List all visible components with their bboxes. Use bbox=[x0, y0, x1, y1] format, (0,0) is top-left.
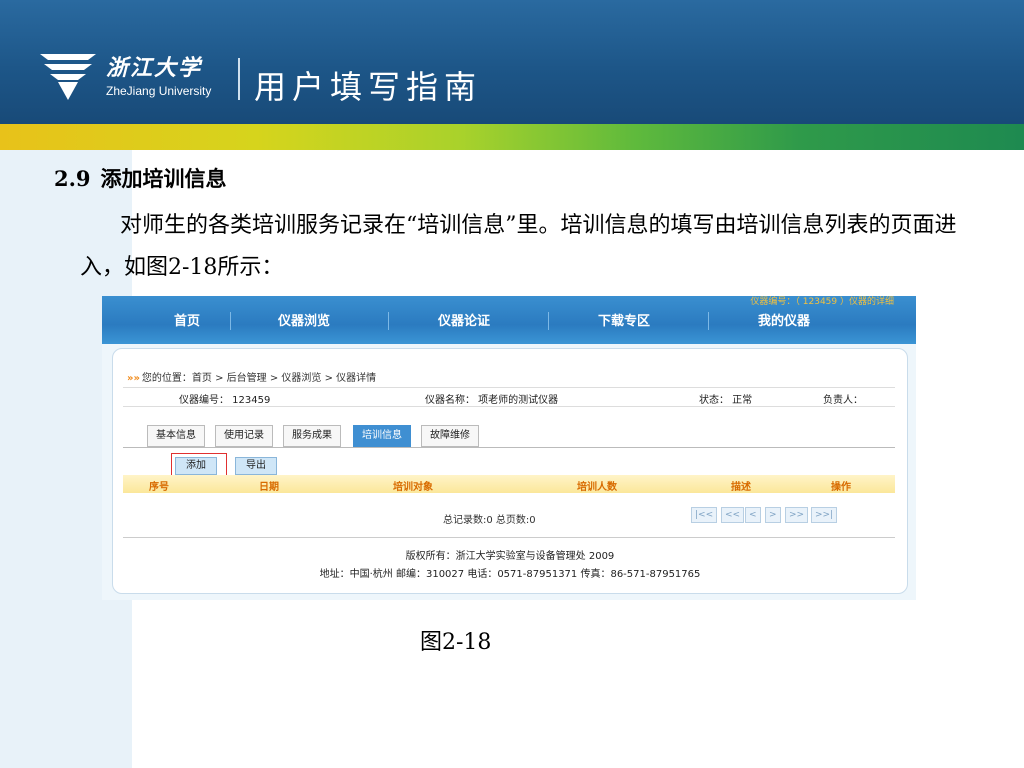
pager-prev-page-button[interactable]: << bbox=[721, 507, 745, 523]
slide-header: 浙江大学 ZheJiang University 用户填写指南 bbox=[0, 0, 1024, 124]
tab-basic-info[interactable]: 基本信息 bbox=[147, 425, 205, 447]
pager-prev-button[interactable]: < bbox=[745, 507, 761, 523]
nav-separator bbox=[230, 312, 231, 330]
column-header: 描述 bbox=[731, 482, 751, 493]
header-gradient-bar bbox=[0, 124, 1024, 150]
column-header: 培训人数 bbox=[577, 482, 617, 493]
nav-item-browse[interactable]: 仪器浏览 bbox=[278, 310, 330, 329]
breadcrumb-text: 您的位置：首页 > 后台管理 > 仪器浏览 > 仪器详情 bbox=[141, 373, 377, 384]
zju-emblem-icon bbox=[40, 54, 96, 100]
figure-caption: 图2-18 bbox=[420, 630, 492, 655]
paragraph-text: 对师生的各类培训服务记录在“培训信息”里。培训信息的填写由培训信息列表的页面进入… bbox=[80, 213, 957, 280]
tab-usage-records[interactable]: 使用记录 bbox=[215, 425, 273, 447]
copyright-text: 版权所有：浙江大学实验室与设备管理处 2009 bbox=[405, 551, 615, 562]
breadcrumb: »» 您的位置：首页 > 后台管理 > 仪器浏览 > 仪器详情 bbox=[127, 369, 376, 384]
nav-top-link: 仪器编号：（ 123459 ）仪器的详细 bbox=[750, 297, 894, 307]
export-button[interactable]: 导出 bbox=[235, 457, 277, 475]
column-header: 日期 bbox=[259, 482, 279, 493]
nav-item-review[interactable]: 仪器论证 bbox=[438, 310, 490, 329]
zju-logo: 浙江大学 ZheJiang University bbox=[38, 48, 238, 106]
header-divider bbox=[238, 58, 240, 100]
column-header: 序号 bbox=[149, 482, 169, 493]
section-heading: 2.9 添加培训信息 bbox=[54, 163, 227, 193]
nav-item-my-instruments[interactable]: 我的仪器 bbox=[758, 310, 810, 329]
instrument-name: 仪器名称： 项老师的测试仪器 bbox=[425, 395, 559, 406]
section-title-text: 添加培训信息 bbox=[100, 166, 227, 191]
screenshot-nav-bar: 仪器编号：（ 123459 ）仪器的详细 首页 仪器浏览 仪器论证 下载专区 我… bbox=[102, 296, 916, 344]
logo-english-text: ZheJiang University bbox=[106, 84, 212, 98]
nav-separator bbox=[388, 312, 389, 330]
nav-item-home[interactable]: 首页 bbox=[174, 310, 200, 329]
section-paragraph: 对师生的各类培训服务记录在“培训信息”里。培训信息的填写由培训信息列表的页面进入… bbox=[80, 205, 960, 289]
record-summary: 总记录数:0 总页数:0 bbox=[443, 515, 536, 526]
breadcrumb-arrow-icon: »» bbox=[127, 373, 140, 384]
tab-service-results[interactable]: 服务成果 bbox=[283, 425, 341, 447]
pager-next-button[interactable]: > bbox=[765, 507, 781, 523]
logo-chinese-text: 浙江大学 bbox=[106, 55, 203, 81]
address-text: 地址：中国·杭州 邮编：310027 电话：0571-87951371 传真：8… bbox=[319, 569, 701, 580]
tab-divider bbox=[123, 447, 895, 448]
pager-next-page-button[interactable]: >> bbox=[785, 507, 809, 523]
instrument-status: 状态： 正常 bbox=[699, 395, 753, 406]
training-table-body: 总记录数:0 总页数:0 |<< << < > >> >>| bbox=[123, 493, 895, 538]
instrument-number: 仪器编号： 123459 bbox=[179, 395, 271, 406]
pager-last-button[interactable]: >>| bbox=[811, 507, 838, 523]
training-table-header: 序号 日期 培训对象 培训人数 描述 操作 bbox=[123, 475, 895, 493]
slide-title: 用户填写指南 bbox=[254, 68, 483, 106]
nav-item-download[interactable]: 下载专区 bbox=[598, 310, 650, 329]
screenshot-content-panel: »» 您的位置：首页 > 后台管理 > 仪器浏览 > 仪器详情 仪器编号： 123… bbox=[112, 348, 908, 594]
nav-separator bbox=[708, 312, 709, 330]
tab-maintenance[interactable]: 故障维修 bbox=[421, 425, 479, 447]
column-header: 培训对象 bbox=[393, 482, 433, 493]
nav-separator bbox=[548, 312, 549, 330]
section-number: 2.9 bbox=[54, 166, 91, 191]
tab-training-info[interactable]: 培训信息 bbox=[353, 425, 411, 447]
embedded-screenshot: 仪器编号：（ 123459 ）仪器的详细 首页 仪器浏览 仪器论证 下载专区 我… bbox=[102, 296, 916, 600]
instrument-owner: 负责人： bbox=[823, 395, 863, 406]
instrument-info-row: 仪器编号： 123459 仪器名称： 项老师的测试仪器 状态： 正常 负责人： bbox=[123, 387, 895, 407]
column-header: 操作 bbox=[831, 482, 851, 493]
pager-first-button[interactable]: |<< bbox=[691, 507, 718, 523]
